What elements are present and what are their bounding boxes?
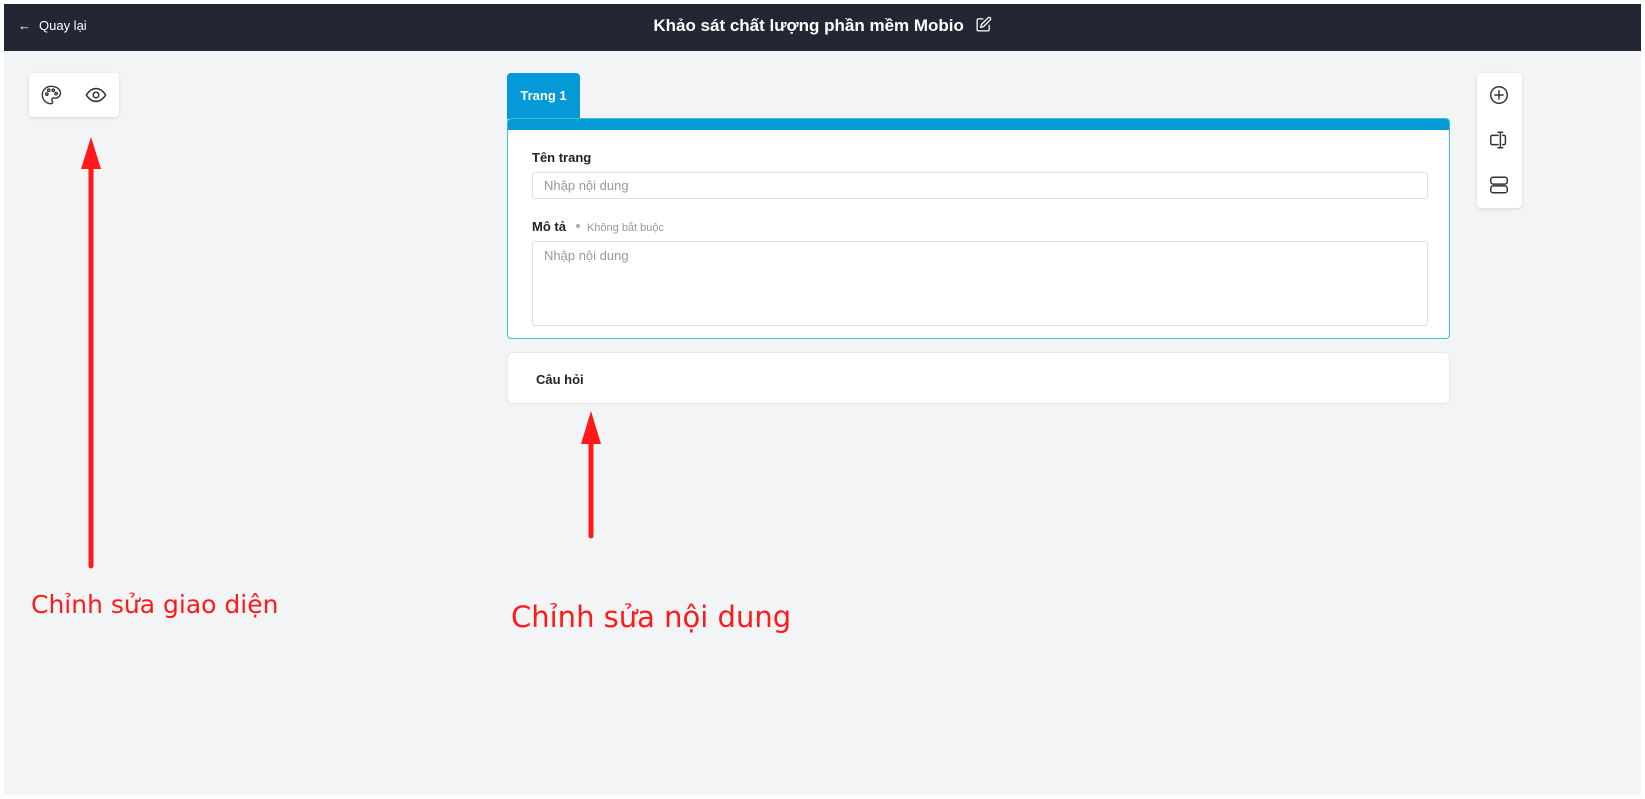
bullet-dot [575,224,580,228]
content-annotation: Chỉnh sửa nội dung [511,600,792,634]
appearance-annotation: Chỉnh sửa giao diện [31,590,279,619]
eye-icon[interactable] [85,84,107,106]
page-name-label: Tên trang [532,150,592,165]
question-card[interactable]: Câu hỏi [507,352,1450,404]
appearance-toolbar [29,73,119,117]
question-label: Câu hỏi [536,372,584,387]
optional-note: Không bắt buộc [586,222,665,234]
page-card: Tên trang Mô tả Không bắt buộc [507,118,1450,339]
section-icon[interactable] [1488,174,1510,196]
description-label: Mô tả [532,219,566,234]
description-textarea[interactable] [532,241,1428,326]
content-toolbar [1477,73,1522,208]
text-cursor-icon[interactable] [1488,129,1510,151]
page-card-accent-strip [508,119,1449,130]
page-name-input[interactable] [532,172,1428,199]
plus-circle-icon[interactable] [1488,84,1510,106]
top-bar: ← Quay lại Khảo sát chất lượng phần mềm … [4,4,1641,51]
description-label-row: Mô tả Không bắt buộc [532,219,664,234]
edit-title-icon[interactable] [975,16,992,38]
tab-page-1[interactable]: Trang 1 [507,73,580,119]
app-frame: ← Quay lại Khảo sát chất lượng phần mềm … [4,4,1641,795]
palette-icon[interactable] [40,84,62,106]
survey-title: Khảo sát chất lượng phần mềm Mobio [653,16,964,35]
survey-title-wrap: Khảo sát chất lượng phần mềm Mobio [4,16,1641,38]
